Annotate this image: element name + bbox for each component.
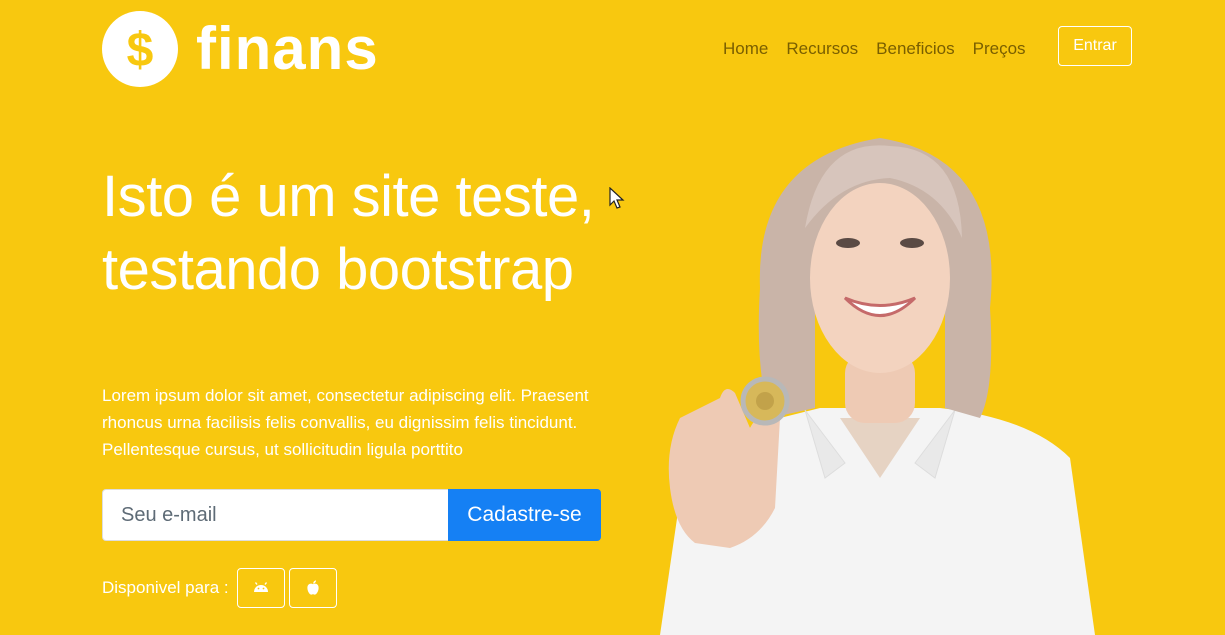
hero-title: Isto é um site teste, testando bootstrap <box>102 164 595 302</box>
nav-item-recursos[interactable]: Recursos <box>786 39 858 59</box>
android-icon <box>253 582 268 592</box>
brand-logo[interactable]: $ finans <box>102 11 379 87</box>
login-button[interactable]: Entrar <box>1058 26 1132 66</box>
apple-icon <box>307 580 319 595</box>
nav-item-home[interactable]: Home <box>723 39 768 59</box>
svg-text:$: $ <box>127 24 154 76</box>
hero-woman-image <box>660 138 1095 635</box>
hero-text: Lorem ipsum dolor sit amet, consectetur … <box>102 386 589 459</box>
apple-store-button[interactable] <box>288 568 337 608</box>
signup-button[interactable]: Cadastre-se <box>448 489 601 541</box>
android-store-button[interactable] <box>236 568 285 608</box>
dollar-coin-icon: $ <box>102 11 178 87</box>
availability-row: Disponivel para : <box>102 568 337 608</box>
email-input[interactable] <box>102 489 448 541</box>
nav-item-beneficios[interactable]: Beneficios <box>876 39 954 59</box>
brand-name: finans <box>196 15 379 82</box>
nav-item-precos[interactable]: Preços <box>973 39 1026 59</box>
availability-label: Disponivel para : <box>102 578 229 597</box>
signup-form: Cadastre-se <box>102 489 601 541</box>
mouse-cursor-icon <box>609 187 625 209</box>
main-nav: Home Recursos Beneficios Preços <box>723 39 1026 59</box>
